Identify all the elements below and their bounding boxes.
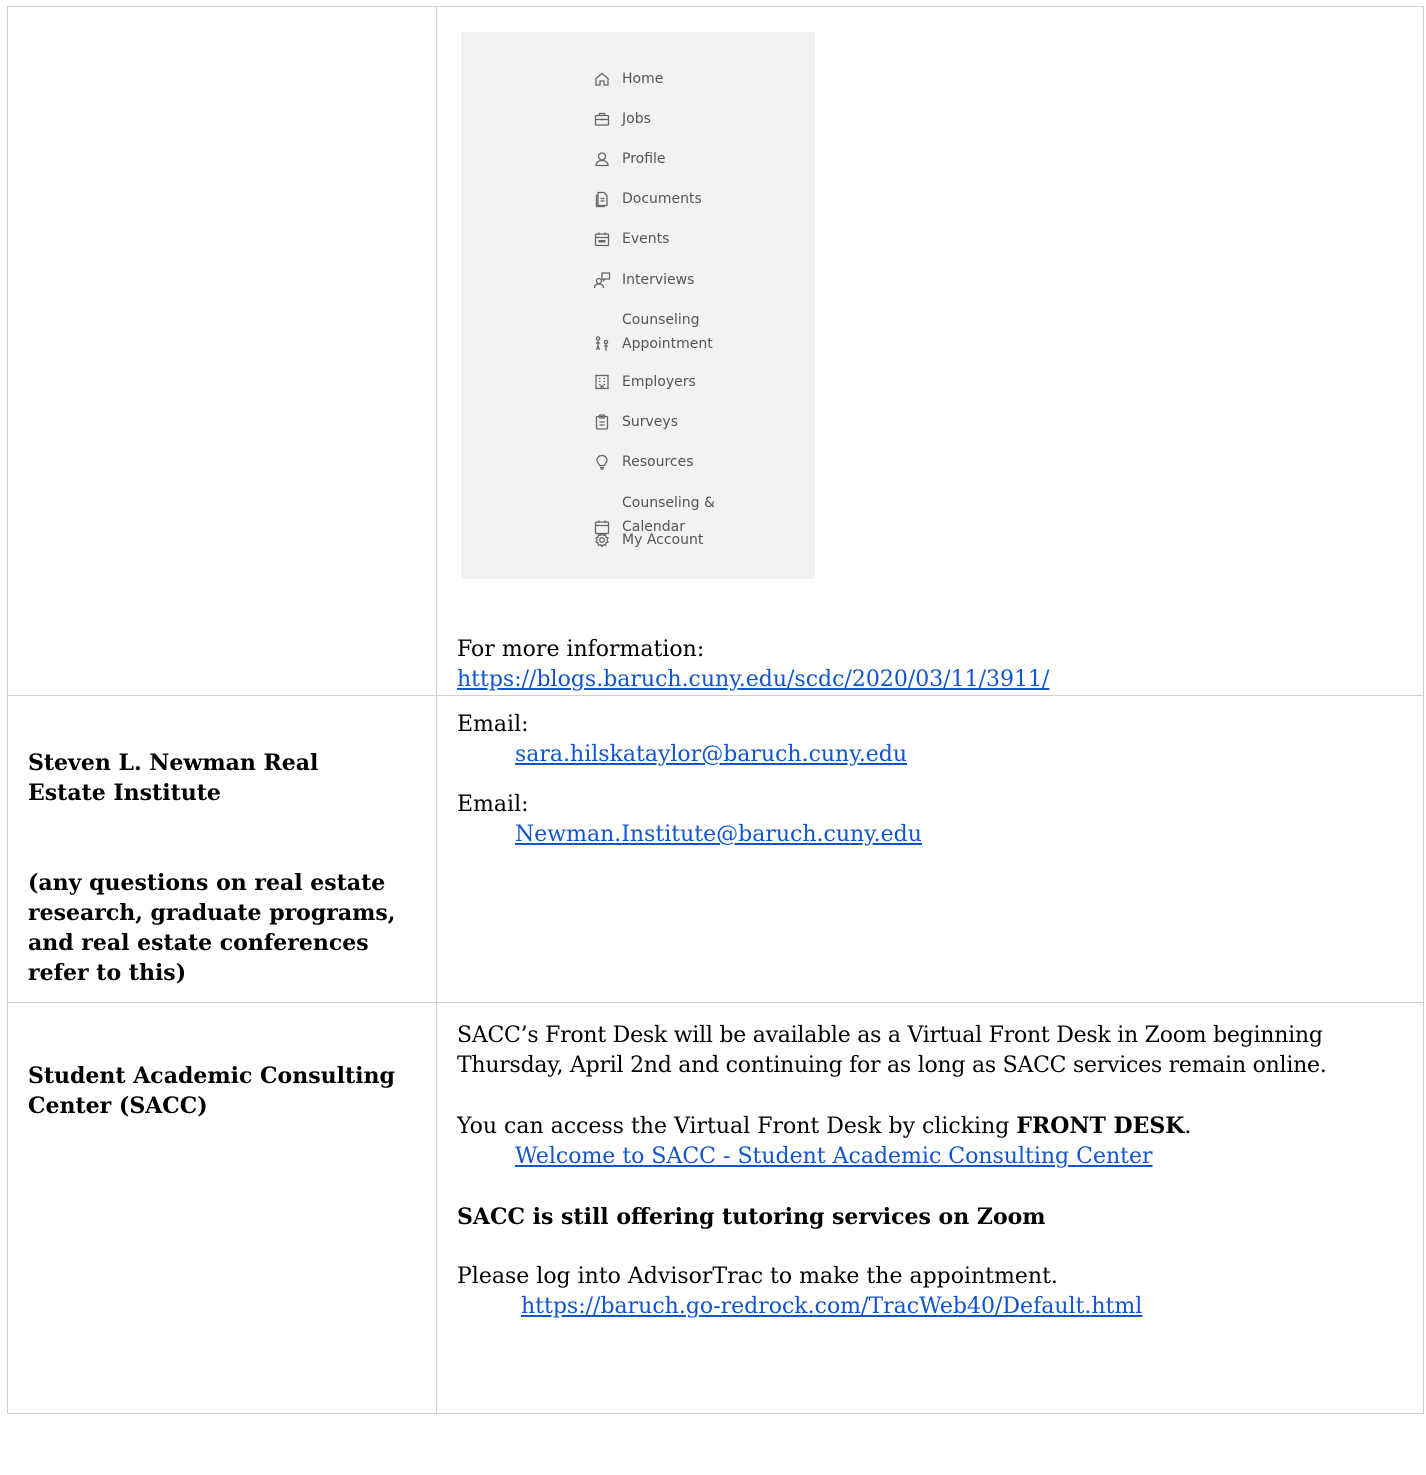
user-icon xyxy=(593,150,611,168)
sacc-title: Student Academic Consulting Center (SACC… xyxy=(28,1063,395,1119)
email-label: Email: xyxy=(457,712,529,737)
table-row: Steven L. Newman Real Estate Institute (… xyxy=(7,695,1424,1003)
menu-screenshot: Home Jobs Profile Documents Events Inter… xyxy=(461,32,815,579)
row2-left-cell: Steven L. Newman Real Estate Institute (… xyxy=(7,695,437,1003)
menu-item-profile[interactable]: Profile xyxy=(593,147,666,171)
info-link[interactable]: https://blogs.baruch.cuny.edu/scdc/2020/… xyxy=(457,667,1049,692)
counseling-icon xyxy=(593,311,611,351)
menu-item-label: Events xyxy=(622,231,670,247)
row1-right-cell: Home Jobs Profile Documents Events Inter… xyxy=(436,6,1424,696)
menu-item-employers[interactable]: Employers xyxy=(593,370,696,394)
menu-item-label: Documents xyxy=(622,191,702,207)
menu-item-label: Profile xyxy=(622,151,666,167)
advisortrac-link[interactable]: https://baruch.go-redrock.com/TracWeb40/… xyxy=(521,1294,1142,1319)
row2-right-cell: Email: sara.hilskataylor@baruch.cuny.edu… xyxy=(436,695,1424,1003)
menu-item-home[interactable]: Home xyxy=(593,67,663,91)
menu-item-counseling-appointment[interactable]: Counseling Appointment xyxy=(593,308,713,356)
menu-item-label: Surveys xyxy=(622,414,678,430)
menu-item-resources[interactable]: Resources xyxy=(593,450,694,474)
menu-item-interviews[interactable]: Interviews xyxy=(593,268,694,292)
clipboard-icon xyxy=(593,413,611,431)
menu-item-label: Home xyxy=(622,71,664,87)
sacc-tutoring-heading: SACC is still offering tutoring services… xyxy=(457,1204,1046,1230)
row3-left-cell: Student Academic Consulting Center (SACC… xyxy=(7,1002,437,1414)
home-icon xyxy=(593,70,611,88)
interview-icon xyxy=(593,271,611,289)
menu-item-documents[interactable]: Documents xyxy=(593,187,702,211)
table-row: Home Jobs Profile Documents Events Inter… xyxy=(7,6,1424,696)
gear-icon xyxy=(593,531,611,549)
document-icon xyxy=(593,190,611,208)
menu-item-my-account[interactable]: My Account xyxy=(593,528,703,552)
row1-left-cell xyxy=(7,6,437,696)
menu-item-label: Counseling Appointment xyxy=(622,312,713,352)
newman-institute-note: (any questions on real estate research, … xyxy=(28,870,396,986)
menu-item-surveys[interactable]: Surveys xyxy=(593,410,678,434)
newman-institute-title: Steven L. Newman Real Estate Institute xyxy=(28,750,319,806)
calendar-icon xyxy=(593,494,611,535)
sacc-front-desk-paragraph: SACC’s Front Desk will be available as a… xyxy=(457,1023,1327,1078)
info-label: For more information: xyxy=(457,637,705,662)
row3-right-cell: SACC’s Front Desk will be available as a… xyxy=(436,1002,1424,1414)
email-link-newman-institute[interactable]: Newman.Institute@baruch.cuny.edu xyxy=(515,822,922,847)
menu-item-jobs[interactable]: Jobs xyxy=(593,107,651,131)
menu-item-label: My Account xyxy=(622,532,704,548)
welcome-sacc-link[interactable]: Welcome to SACC - Student Academic Consu… xyxy=(515,1144,1153,1169)
menu-item-events[interactable]: Events xyxy=(593,227,669,251)
sacc-access-paragraph: You can access the Virtual Front Desk by… xyxy=(457,1113,1192,1139)
table-row: Student Academic Consulting Center (SACC… xyxy=(7,1002,1424,1414)
menu-item-label: Resources xyxy=(622,454,694,470)
building-icon xyxy=(593,373,611,391)
lightbulb-icon xyxy=(593,453,611,471)
advisortrac-paragraph: Please log into AdvisorTrac to make the … xyxy=(457,1264,1058,1289)
menu-item-label: Employers xyxy=(622,374,696,390)
menu-item-label: Interviews xyxy=(622,272,695,288)
front-desk-bold: FRONT DESK xyxy=(1016,1113,1185,1139)
calendar-event-icon xyxy=(593,230,611,248)
menu-item-label: Jobs xyxy=(622,111,651,127)
briefcase-icon xyxy=(593,110,611,128)
resources-table: Home Jobs Profile Documents Events Inter… xyxy=(7,6,1424,1414)
email-link-sara[interactable]: sara.hilskataylor@baruch.cuny.edu xyxy=(515,742,907,767)
email-label: Email: xyxy=(457,792,529,817)
